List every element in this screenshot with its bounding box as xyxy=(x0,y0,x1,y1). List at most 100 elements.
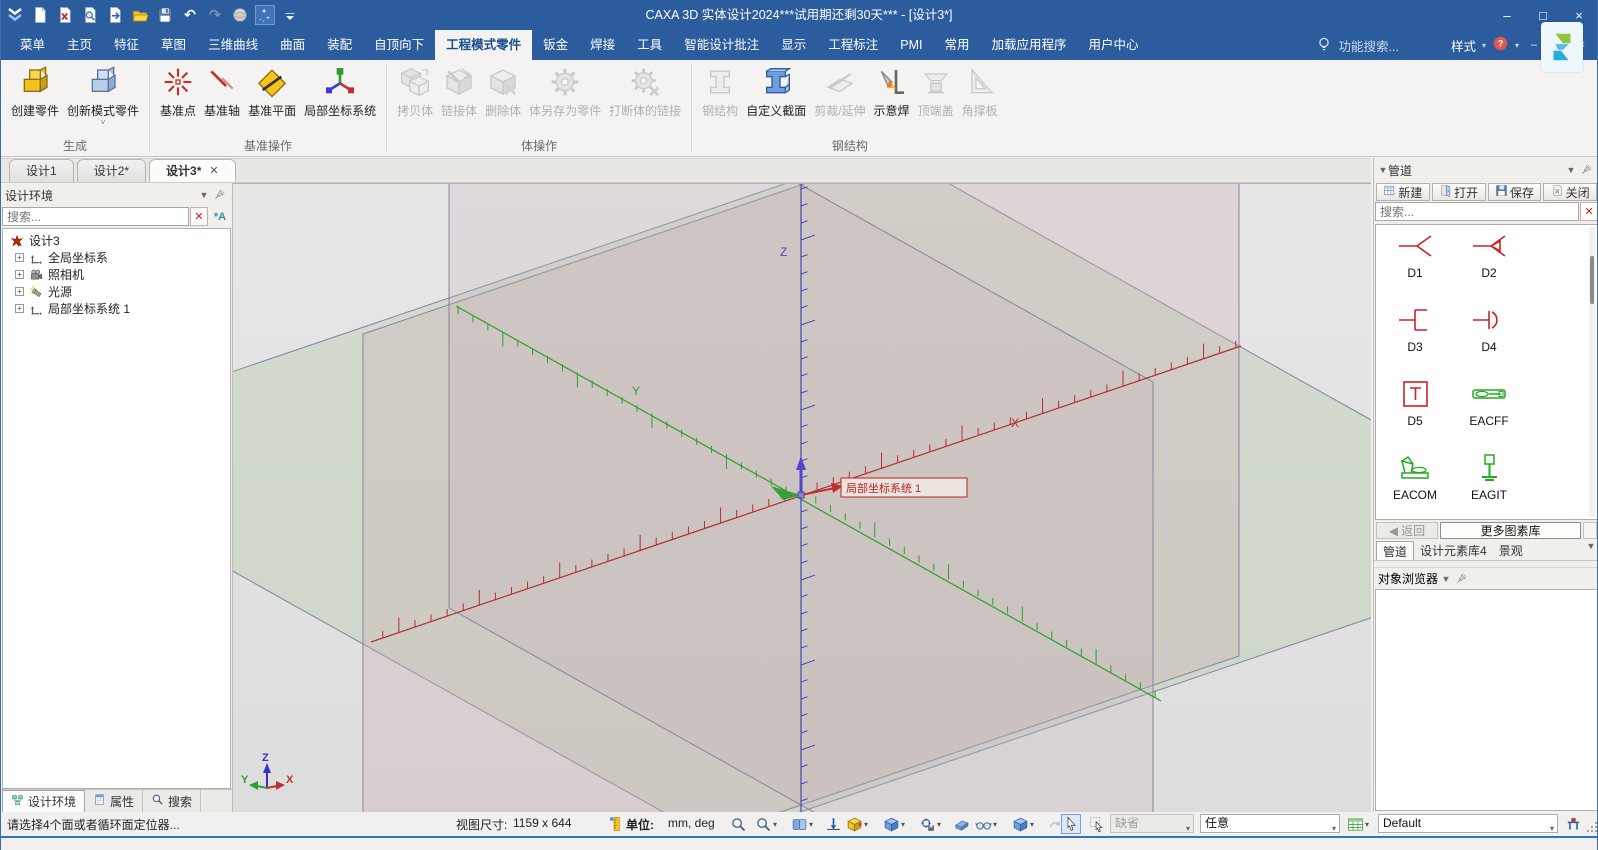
object-browser-collapse-icon[interactable]: ▼ xyxy=(1438,574,1454,584)
ribbon-button-自定义截面[interactable]: 自定义截面 xyxy=(742,61,810,119)
left-panel-pin-icon[interactable] xyxy=(212,188,228,202)
autosave-icon[interactable] xyxy=(917,814,937,834)
menu-tab-草图[interactable]: 草图 xyxy=(150,30,197,60)
menu-tab-工具[interactable]: 工具 xyxy=(626,30,673,60)
multi-view-icon[interactable] xyxy=(789,814,809,834)
tree-expand-icon[interactable]: + xyxy=(15,304,24,313)
sheet-icon[interactable] xyxy=(1345,814,1365,834)
component-icon[interactable] xyxy=(1563,814,1583,834)
library-item-D5[interactable]: D5 xyxy=(1380,379,1450,428)
any-combo[interactable]: 任意▾ xyxy=(1200,814,1340,833)
catalog-打开-button[interactable]: 打开 xyxy=(1432,183,1486,201)
menu-tab-常用[interactable]: 常用 xyxy=(933,30,980,60)
tree-expand-icon[interactable]: + xyxy=(15,253,24,262)
document-tab-设计1[interactable]: 设计1 xyxy=(9,159,74,182)
help-caret-icon[interactable]: ▾ xyxy=(1515,41,1519,50)
catalog-collapse-left-icon[interactable]: ▼ xyxy=(1378,165,1388,175)
zoom-options-icon[interactable] xyxy=(753,814,773,834)
ribbon-button-基准轴[interactable]: 基准轴 xyxy=(200,61,244,119)
more-libraries-button[interactable]: 更多图素库 xyxy=(1440,522,1581,539)
document-tab-设计2*[interactable]: 设计2* xyxy=(77,159,146,182)
fuzzy-search-icon[interactable]: *A xyxy=(209,207,231,226)
panel-tab-设计环境[interactable]: 设计环境 xyxy=(2,790,85,812)
tree-item-全局坐标系[interactable]: +全局坐标系 xyxy=(3,249,230,266)
library-item-EAGIT[interactable]: EAGIT xyxy=(1454,453,1524,502)
autosave-icon-caret[interactable]: ▾ xyxy=(937,820,941,829)
object-browser-pin-icon[interactable] xyxy=(1454,572,1470,586)
panel-tab-属性[interactable]: 属性 xyxy=(85,790,143,812)
display-cube-icon[interactable] xyxy=(1010,814,1030,834)
catalog-scrollbar[interactable] xyxy=(1589,227,1595,517)
zoom-options-icon-caret[interactable]: ▾ xyxy=(773,820,777,829)
document-tab-设计3*[interactable]: 设计3*✕ xyxy=(149,159,236,182)
menu-tab-菜单[interactable]: 菜单 xyxy=(9,30,56,60)
menu-tab-加载应用程序[interactable]: 加载应用程序 xyxy=(980,30,1077,60)
shade-mode-icon[interactable] xyxy=(881,814,901,834)
tree-item-设计3[interactable]: 设计3 xyxy=(3,232,230,249)
resize-grip[interactable] xyxy=(1587,822,1597,832)
library-tab-管道[interactable]: 管道 xyxy=(1376,541,1414,560)
menu-tab-装配[interactable]: 装配 xyxy=(316,30,363,60)
catalog-search-input[interactable] xyxy=(1375,202,1579,221)
library-item-D2[interactable]: D2 xyxy=(1454,231,1524,280)
tree-expand-icon[interactable]: + xyxy=(15,270,24,279)
catalog-collapse-icon[interactable]: ▼ xyxy=(1563,165,1579,175)
library-item-EACFF[interactable]: EACFF xyxy=(1454,379,1524,428)
menu-tab-三维曲线[interactable]: 三维曲线 xyxy=(197,30,269,60)
tree-search-input[interactable] xyxy=(2,207,189,226)
ribbon-button-示意焊[interactable]: 示意焊 xyxy=(870,61,914,119)
library-tab-景观[interactable]: 景观 xyxy=(1493,541,1529,560)
catalog-extra-button[interactable] xyxy=(1583,522,1597,539)
menu-tab-特征[interactable]: 特征 xyxy=(103,30,150,60)
library-item-EACOM[interactable]: EACOM xyxy=(1380,453,1450,502)
section-slab-icon[interactable] xyxy=(951,814,971,834)
tree-item-照相机[interactable]: +照相机 xyxy=(3,266,230,283)
catalog-search-clear-icon[interactable]: ✕ xyxy=(1580,202,1598,221)
catalog-pin-icon[interactable] xyxy=(1579,163,1595,177)
render-style-combo[interactable]: Default▾ xyxy=(1378,814,1558,833)
sheet-icon-caret[interactable]: ▾ xyxy=(1365,820,1369,829)
viewport-3d[interactable]: XYZ局部坐标系统 1ZYX xyxy=(233,183,1371,812)
menu-tab-显示[interactable]: 显示 xyxy=(770,30,817,60)
function-search[interactable]: 功能搜索... xyxy=(1339,36,1399,55)
zoom-tool-icon[interactable] xyxy=(728,814,748,834)
catalog-scrollbar-thumb[interactable] xyxy=(1590,256,1594,304)
menu-tab-焊接[interactable]: 焊接 xyxy=(579,30,626,60)
panel-tab-搜索[interactable]: 搜索 xyxy=(143,790,201,812)
catalog-新建-button[interactable]: 新建 xyxy=(1376,183,1430,201)
left-panel-collapse-icon[interactable]: ▼ xyxy=(196,190,212,200)
catalog-保存-button[interactable]: 保存 xyxy=(1488,183,1542,201)
select-cursor-icon[interactable] xyxy=(1061,814,1081,834)
tree-item-局部坐标系统 1[interactable]: +局部坐标系统 1 xyxy=(3,300,230,317)
render-mode-icon-caret[interactable]: ▾ xyxy=(864,820,868,829)
style-caret-icon[interactable]: ▾ xyxy=(1482,41,1486,50)
box-select-icon[interactable] xyxy=(1087,814,1107,834)
tab-close-icon[interactable]: ✕ xyxy=(209,160,218,182)
menu-tab-钣金[interactable]: 钣金 xyxy=(532,30,579,60)
library-tab-设计元素库4[interactable]: 设计元素库4 xyxy=(1414,541,1493,560)
catalog-back-button[interactable]: ◀返回 xyxy=(1376,522,1438,539)
catalog-关闭-button[interactable]: 关闭 xyxy=(1543,183,1597,201)
menu-tab-主页[interactable]: 主页 xyxy=(56,30,103,60)
minimize-button[interactable]: – xyxy=(1489,0,1525,30)
ribbon-button-基准点[interactable]: 基准点 xyxy=(156,61,200,119)
library-tabs-caret-icon[interactable]: ▼ xyxy=(1583,541,1598,560)
view-normal-icon[interactable] xyxy=(823,814,843,834)
menu-tab-PMI[interactable]: PMI xyxy=(889,30,933,60)
shade-mode-icon-caret[interactable]: ▾ xyxy=(901,820,905,829)
library-item-D1[interactable]: D1 xyxy=(1380,231,1450,280)
help-icon[interactable]: ? xyxy=(1492,35,1509,55)
tree-expand-icon[interactable]: + xyxy=(15,287,24,296)
ribbon-button-基准平面[interactable]: 基准平面 xyxy=(244,61,300,119)
menu-tab-曲面[interactable]: 曲面 xyxy=(269,30,316,60)
ribbon-button-创新模式零件[interactable]: 创新模式零件˅ xyxy=(63,61,143,127)
tree-item-光源[interactable]: +光源 xyxy=(3,283,230,300)
menu-tab-工程标注[interactable]: 工程标注 xyxy=(817,30,889,60)
menu-tab-自顶向下[interactable]: 自顶向下 xyxy=(363,30,435,60)
menu-tab-智能设计批注[interactable]: 智能设计批注 xyxy=(673,30,770,60)
menu-tab-工程模式零件[interactable]: 工程模式零件 xyxy=(435,30,532,60)
dropdown-caret-icon[interactable]: ˅ xyxy=(101,119,106,127)
visibility-glasses-icon-caret[interactable]: ▾ xyxy=(993,820,997,829)
library-item-D4[interactable]: D4 xyxy=(1454,305,1524,354)
display-cube-icon-caret[interactable]: ▾ xyxy=(1030,820,1034,829)
